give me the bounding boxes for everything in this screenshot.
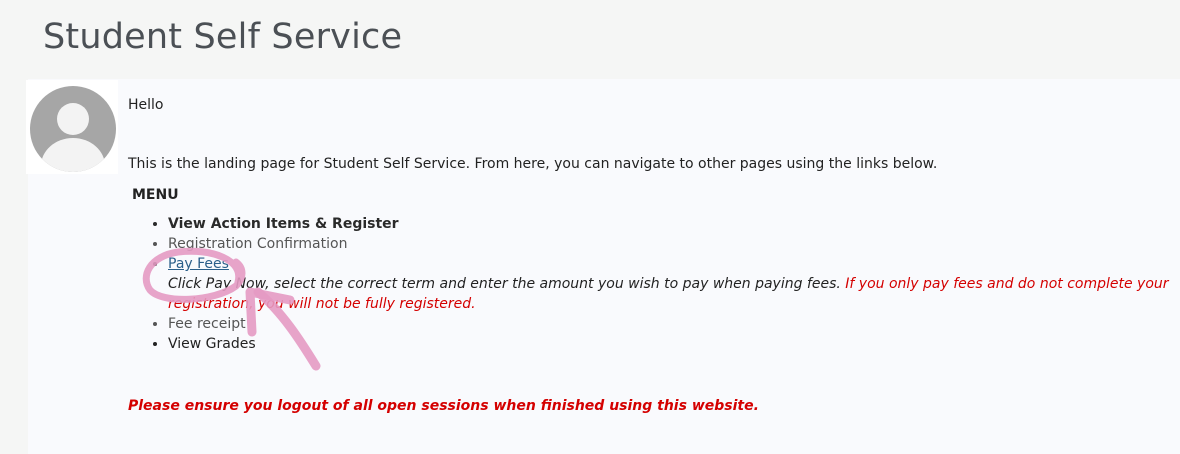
menu-item-fee-receipt[interactable]: Fee receipt [168,314,1178,334]
menu-list: View Action Items & Register Registratio… [150,214,1178,354]
greeting-text: Hello [128,97,164,113]
user-avatar-icon [30,86,116,172]
menu-item-view-action-items[interactable]: View Action Items & Register [168,214,1178,234]
page-title: Student Self Service [43,17,403,57]
menu-item-registration-confirmation[interactable]: Registration Confirmation [168,234,1178,254]
intro-text: This is the landing page for Student Sel… [128,156,938,172]
menu-item-label[interactable]: Fee receipt [168,316,246,332]
menu-item-pay-fees: Pay Fees Click Pay Now, select the corre… [168,254,1178,314]
menu-item-view-grades[interactable]: View Grades [168,334,1178,354]
menu-heading: MENU [132,187,179,203]
logout-notice: Please ensure you logout of all open ses… [128,398,759,414]
menu-item-label[interactable]: View Action Items & Register [168,216,399,232]
avatar [26,80,118,174]
pay-fees-hint: Click Pay Now, select the correct term a… [168,274,1178,314]
menu-item-label[interactable]: View Grades [168,336,256,352]
menu-item-label[interactable]: Registration Confirmation [168,236,347,252]
pay-fees-link[interactable]: Pay Fees [168,256,229,272]
pay-fees-instructions: Click Pay Now, select the correct term a… [168,276,841,292]
